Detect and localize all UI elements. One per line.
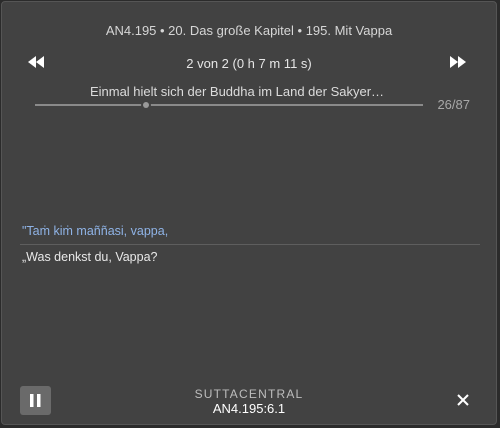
- close-button[interactable]: [456, 393, 470, 407]
- sutta-title: AN4.195 • 20. Das große Kapitel • 195. M…: [105, 23, 393, 38]
- player-dialog: AN4.195 • 20. Das große Kapitel • 195. M…: [1, 1, 497, 425]
- segment-counter: 26/87: [437, 97, 470, 112]
- translation-text: „Was denkst du, Vappa?: [22, 250, 158, 264]
- close-icon: [456, 393, 470, 407]
- divider: [20, 244, 480, 245]
- track-progress: 2 von 2 (0 h 7 m 11 s): [186, 56, 312, 71]
- segment-slider-track[interactable]: [35, 104, 423, 106]
- brand-label: SUTTACENTRAL: [194, 387, 304, 401]
- segment-slider-thumb[interactable]: [141, 100, 152, 110]
- pali-text: "Taṁ kiṁ maññasi, vappa,: [22, 224, 169, 238]
- next-button[interactable]: [447, 54, 469, 72]
- segment-id: AN4.195:6.1: [212, 401, 286, 416]
- current-segment-text: Einmal hielt sich der Buddha im Land der…: [89, 84, 385, 99]
- fast-forward-icon: [447, 56, 469, 68]
